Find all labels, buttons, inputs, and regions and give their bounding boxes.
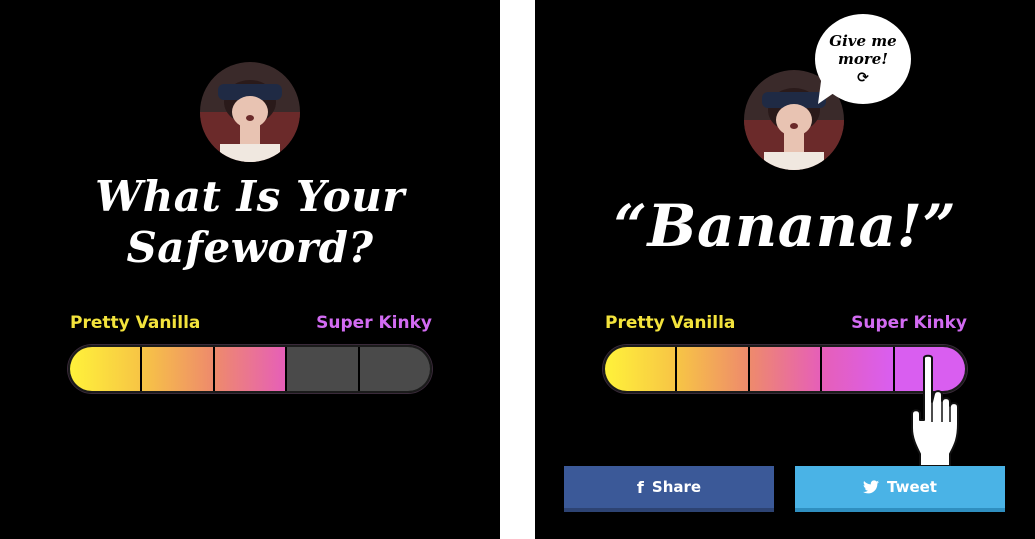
scale-low-label: Pretty Vanilla: [70, 313, 201, 333]
meter-segment-5[interactable]: [357, 347, 430, 391]
scale-high-label: Super Kinky: [851, 313, 967, 333]
kinkiness-meter[interactable]: [68, 345, 432, 393]
tweet-label: Tweet: [887, 478, 937, 496]
pointing-hand-icon: [911, 354, 959, 466]
safeword-answer: “Banana!”: [613, 192, 957, 260]
share-label: Share: [651, 478, 702, 496]
facebook-share-button[interactable]: f Share: [564, 466, 774, 512]
scale-high-label: Super Kinky: [316, 313, 432, 333]
meter-segment-4[interactable]: [285, 347, 358, 391]
bubble-line-2: more!: [838, 50, 888, 68]
meter-segment-4[interactable]: [820, 347, 893, 391]
twitter-bird-icon: [863, 480, 880, 494]
meter-segment-3[interactable]: [212, 347, 286, 391]
bubble-line-1: Give me: [829, 32, 897, 50]
title-line-2: Safeword?: [126, 223, 374, 272]
meter-segment-1[interactable]: [70, 347, 141, 391]
refresh-icon: ⟳: [857, 70, 869, 86]
give-me-more-bubble[interactable]: Give me more! ⟳: [815, 14, 911, 104]
twitter-tweet-button[interactable]: Tweet: [795, 466, 1005, 512]
meter-segment-3[interactable]: [747, 347, 821, 391]
scale-low-label: Pretty Vanilla: [605, 313, 736, 333]
meter-segment-1[interactable]: [605, 347, 676, 391]
give-me-more-label: Give me more!: [815, 32, 911, 68]
meter-segment-2[interactable]: [140, 347, 213, 391]
facebook-icon: f: [636, 477, 644, 497]
title-line-1: What Is Your: [95, 172, 405, 221]
avatar: [200, 62, 300, 162]
meter-segment-2[interactable]: [675, 347, 748, 391]
quiz-question-panel: What Is Your Safeword? Pretty Vanilla Su…: [0, 0, 500, 539]
